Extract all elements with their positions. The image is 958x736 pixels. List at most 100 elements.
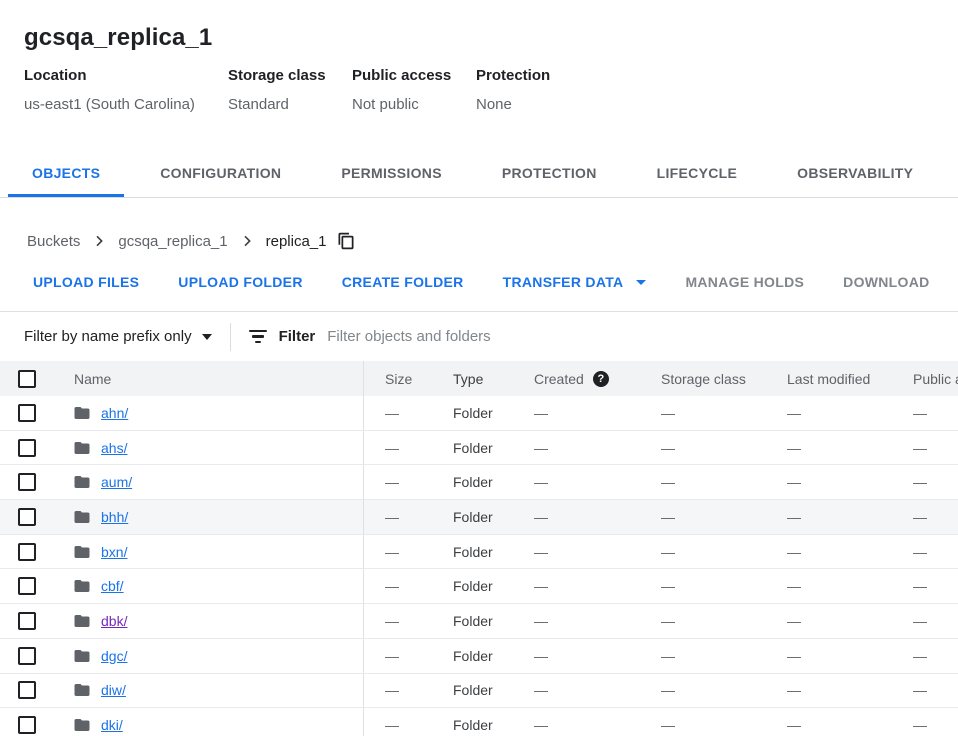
- cell-last-modified: —: [768, 440, 893, 456]
- cell-type: Folder: [441, 440, 518, 456]
- cell-storage-class: —: [643, 440, 768, 456]
- cell-type: Folder: [441, 682, 518, 698]
- breadcrumb-buckets[interactable]: Buckets: [27, 233, 80, 250]
- cell-created: —: [518, 682, 643, 698]
- folder-icon: [73, 577, 91, 595]
- column-header-storage-class[interactable]: Storage class: [643, 371, 768, 387]
- cell-public-access: —: [893, 648, 958, 664]
- cell-created: —: [518, 440, 643, 456]
- cell-created: —: [518, 717, 643, 733]
- cell-public-access: —: [893, 578, 958, 594]
- column-header-size[interactable]: Size: [363, 361, 441, 396]
- row-checkbox[interactable]: [18, 404, 36, 422]
- tab-configuration[interactable]: CONFIGURATION: [136, 151, 305, 197]
- folder-icon: [73, 473, 91, 491]
- tab-objects[interactable]: OBJECTS: [8, 151, 124, 197]
- folder-icon: [73, 612, 91, 630]
- meta-label: Storage class: [228, 67, 352, 85]
- meta-public-access: Public access Not public: [352, 67, 476, 114]
- cell-last-modified: —: [768, 613, 893, 629]
- bucket-tabs: OBJECTS CONFIGURATION PERMISSIONS PROTEC…: [0, 151, 958, 198]
- object-link[interactable]: diw/: [101, 682, 126, 698]
- tab-protection[interactable]: PROTECTION: [478, 151, 621, 197]
- divider: [230, 323, 231, 351]
- object-link[interactable]: ahs/: [101, 440, 127, 456]
- cell-public-access: —: [893, 405, 958, 421]
- tab-observability[interactable]: OBSERVABILITY: [773, 151, 937, 197]
- cell-size: —: [363, 569, 441, 603]
- cell-storage-class: —: [643, 474, 768, 490]
- select-all-checkbox[interactable]: [18, 370, 36, 388]
- chevron-right-icon: [239, 233, 255, 249]
- table-row: ahn/ — Folder — — — —: [0, 396, 958, 431]
- filter-objects-input[interactable]: [327, 322, 958, 352]
- object-link[interactable]: dki/: [101, 717, 123, 733]
- manage-holds-button[interactable]: MANAGE HOLDS: [673, 266, 816, 298]
- cell-created: —: [518, 474, 643, 490]
- object-link[interactable]: bhh/: [101, 509, 128, 525]
- breadcrumb-current-folder: replica_1: [266, 233, 327, 250]
- caret-down-icon: [202, 334, 212, 340]
- column-header-type[interactable]: Type: [441, 371, 518, 387]
- table-row: cbf/ — Folder — — — —: [0, 569, 958, 604]
- cell-size: —: [363, 604, 441, 638]
- copy-path-button[interactable]: [337, 232, 355, 250]
- cell-public-access: —: [893, 682, 958, 698]
- folder-icon: [73, 716, 91, 734]
- download-button[interactable]: DOWNLOAD: [831, 266, 941, 298]
- column-header-created[interactable]: Created ?: [518, 371, 643, 387]
- cell-storage-class: —: [643, 717, 768, 733]
- column-header-name[interactable]: Name: [56, 371, 363, 387]
- row-checkbox[interactable]: [18, 612, 36, 630]
- row-checkbox[interactable]: [18, 716, 36, 734]
- upload-folder-button[interactable]: UPLOAD FOLDER: [166, 266, 314, 298]
- filter-bar: Filter by name prefix only Filter: [0, 312, 958, 361]
- row-checkbox[interactable]: [18, 473, 36, 491]
- cell-public-access: —: [893, 474, 958, 490]
- row-checkbox[interactable]: [18, 543, 36, 561]
- cell-last-modified: —: [768, 544, 893, 560]
- object-link[interactable]: dbk/: [101, 613, 127, 629]
- row-checkbox[interactable]: [18, 439, 36, 457]
- bucket-meta-row: Location us-east1 (South Carolina) Stora…: [24, 67, 934, 114]
- table-row: bxn/ — Folder — — — —: [0, 535, 958, 570]
- cell-public-access: —: [893, 509, 958, 525]
- meta-label: Public access: [352, 67, 476, 85]
- folder-icon: [73, 404, 91, 422]
- row-checkbox[interactable]: [18, 577, 36, 595]
- cell-created: —: [518, 578, 643, 594]
- tab-lifecycle[interactable]: LIFECYCLE: [633, 151, 761, 197]
- row-checkbox[interactable]: [18, 681, 36, 699]
- transfer-data-button[interactable]: TRANSFER DATA: [491, 266, 659, 298]
- cell-type: Folder: [441, 717, 518, 733]
- object-link[interactable]: ahn/: [101, 405, 128, 421]
- cell-size: —: [363, 708, 441, 736]
- table-row: bhh/ — Folder — — — —: [0, 500, 958, 535]
- row-checkbox[interactable]: [18, 647, 36, 665]
- help-icon[interactable]: ?: [593, 371, 609, 387]
- cell-type: Folder: [441, 474, 518, 490]
- cell-type: Folder: [441, 544, 518, 560]
- object-link[interactable]: cbf/: [101, 578, 124, 594]
- upload-files-button[interactable]: UPLOAD FILES: [21, 266, 151, 298]
- caret-down-icon: [636, 280, 646, 285]
- chevron-right-icon: [91, 233, 107, 249]
- table-row: dgc/ — Folder — — — —: [0, 639, 958, 674]
- object-link[interactable]: bxn/: [101, 544, 127, 560]
- cell-last-modified: —: [768, 578, 893, 594]
- cell-type: Folder: [441, 648, 518, 664]
- cell-storage-class: —: [643, 509, 768, 525]
- cell-created: —: [518, 509, 643, 525]
- cell-type: Folder: [441, 509, 518, 525]
- object-link[interactable]: aum/: [101, 474, 132, 490]
- create-folder-button[interactable]: CREATE FOLDER: [330, 266, 476, 298]
- row-checkbox[interactable]: [18, 508, 36, 526]
- objects-table: Name Size Type Created ? Storage class L…: [0, 361, 958, 736]
- tab-permissions[interactable]: PERMISSIONS: [317, 151, 466, 197]
- filter-scope-dropdown[interactable]: Filter by name prefix only: [24, 328, 212, 345]
- objects-toolbar: UPLOAD FILES UPLOAD FOLDER CREATE FOLDER…: [0, 253, 958, 312]
- column-header-public-access[interactable]: Public access: [893, 371, 958, 387]
- breadcrumb-bucket-name[interactable]: gcsqa_replica_1: [118, 233, 227, 250]
- column-header-last-modified[interactable]: Last modified: [768, 371, 893, 387]
- object-link[interactable]: dgc/: [101, 648, 127, 664]
